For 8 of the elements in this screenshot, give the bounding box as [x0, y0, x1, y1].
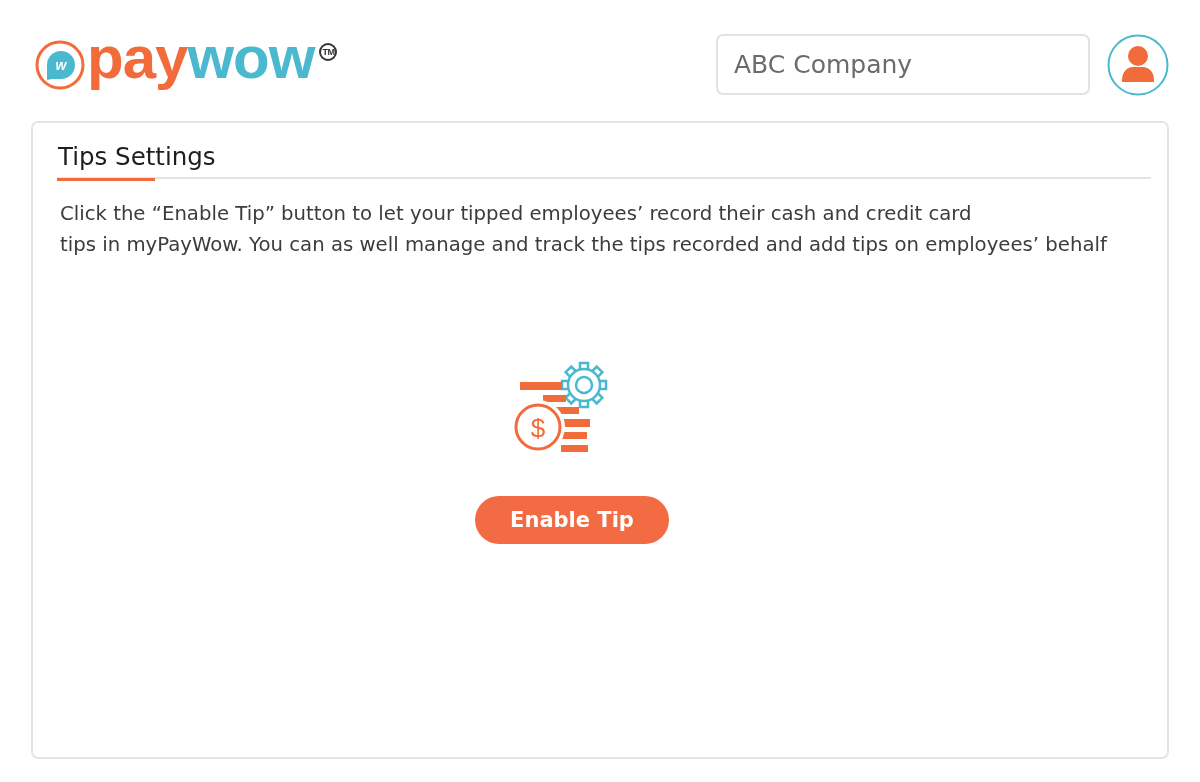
description-text: Click the “Enable Tip” button to let your tipped employees’ record their cash and credit card tips in myPayWow. You can as well manage and track the tips recorded and add tips on employees’ behalf [60, 201, 1109, 258]
logo-badge-icon: w [35, 39, 85, 90]
enable-tip-button[interactable]: Enable Tip [475, 496, 669, 544]
logo-wordmark: paywow [87, 27, 315, 88]
company-field[interactable]: ABC Company [716, 34, 1090, 95]
tips-settings-title: Tips Settings [58, 141, 216, 173]
user-avatar-icon[interactable] [1107, 33, 1169, 96]
trademark-mark: TM [319, 42, 338, 61]
